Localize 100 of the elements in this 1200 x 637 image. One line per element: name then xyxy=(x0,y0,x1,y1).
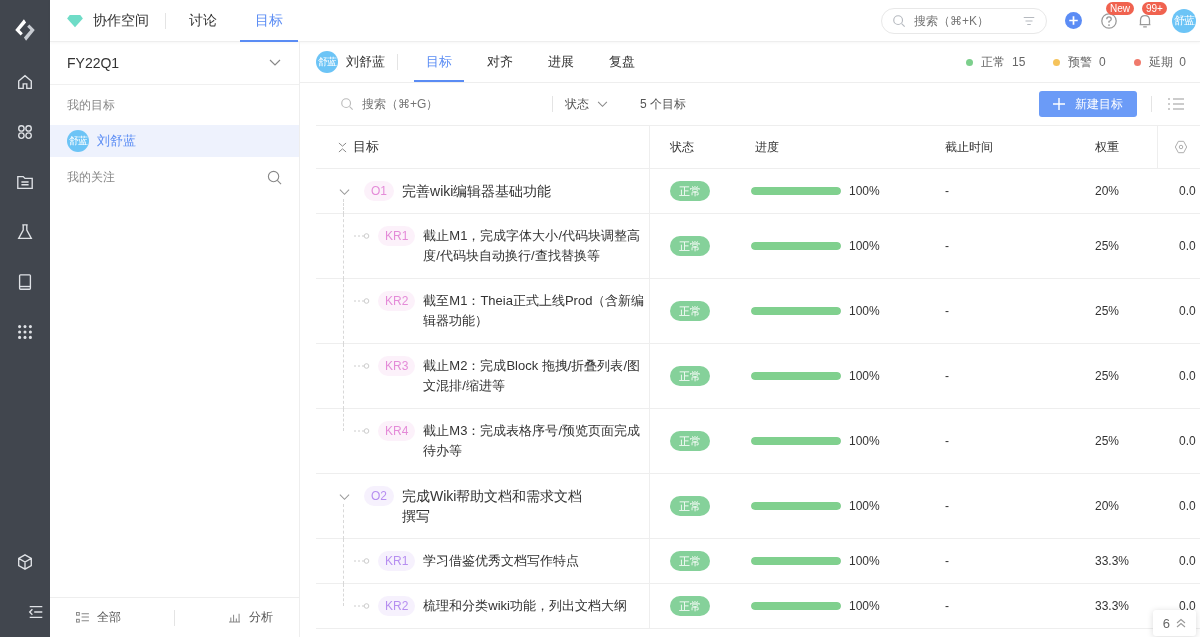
column-header: 截止时间 xyxy=(945,138,993,156)
objective-code: O1 xyxy=(364,181,394,201)
section-label: 我的目标 xyxy=(66,96,116,114)
member-name: 刘舒蓝 xyxy=(97,132,136,150)
status-tag: 正常 xyxy=(670,301,710,321)
diamond-icon xyxy=(66,13,84,28)
home-icon[interactable] xyxy=(16,73,34,91)
key-result-code: KR3 xyxy=(378,356,416,376)
status-tag: 正常 xyxy=(670,551,710,571)
key-result-title[interactable]: 截止M3：完成表格序号/预览页面完成待办等 xyxy=(423,421,646,461)
status-count: 预警 0 xyxy=(1068,53,1106,71)
deadline-cell: - xyxy=(945,369,949,383)
weight-cell: 33.3% xyxy=(1095,599,1130,613)
objective-title[interactable]: 完成Wiki帮助文档和需求文档撰写 xyxy=(402,486,584,526)
new-badge: New xyxy=(1106,1,1134,15)
search-icon[interactable] xyxy=(267,169,282,185)
weight-cell: 20% xyxy=(1095,184,1120,198)
table-cell: 0.0 xyxy=(1179,499,1196,513)
table-cell: 0.0 xyxy=(1179,304,1196,318)
settings-icon[interactable] xyxy=(1174,140,1188,154)
list-icon xyxy=(76,612,90,623)
plus-icon xyxy=(1053,98,1065,110)
weight-cell: 25% xyxy=(1095,434,1120,448)
objective-title[interactable]: 完善wiki编辑器基础功能 xyxy=(402,181,552,201)
progress-value: 100% xyxy=(849,434,880,448)
book-icon[interactable] xyxy=(16,273,34,291)
status-tag: 正常 xyxy=(670,431,710,451)
tree-connector xyxy=(354,233,370,239)
key-result-code: KR1 xyxy=(378,226,416,246)
table-cell: 0.0 xyxy=(1179,434,1196,448)
progress-value: 100% xyxy=(849,554,880,568)
tree-connector xyxy=(354,603,370,609)
key-result-title[interactable]: 截止M1，完成字体大小/代码块调整高度/代码块自动换行/查找替换等 xyxy=(423,226,646,266)
chevron-down-icon[interactable] xyxy=(339,186,350,197)
footer-button[interactable]: 分析 xyxy=(227,609,273,626)
key-result-code: KR2 xyxy=(378,596,416,616)
weight-cell: 25% xyxy=(1095,369,1120,383)
chevron-down-icon[interactable] xyxy=(339,491,350,502)
status-count: 正常 15 xyxy=(981,53,1026,71)
search-icon xyxy=(892,13,906,28)
chevron-down-icon xyxy=(269,59,281,67)
key-result-title[interactable]: 截至M1：Theia正式上线Prod（含新编辑器功能） xyxy=(423,291,646,331)
progress-value: 100% xyxy=(849,184,880,198)
key-result-code: KR1 xyxy=(378,551,416,571)
search-field[interactable]: 搜索（⌘+G） xyxy=(360,96,540,112)
key-result-code: KR2 xyxy=(378,291,416,311)
deadline-cell: - xyxy=(945,434,949,448)
status-tag: 正常 xyxy=(670,236,710,256)
tree-connector xyxy=(354,298,370,304)
add-icon[interactable] xyxy=(1065,12,1082,29)
key-result-title[interactable]: 截止M2：完成Block 拖拽/折叠列表/图文混排/缩进等 xyxy=(423,356,646,396)
footer-button[interactable]: 全部 xyxy=(76,609,122,626)
deadline-cell: - xyxy=(945,554,949,568)
progress-value: 100% xyxy=(849,599,880,613)
deadline-cell: - xyxy=(945,239,949,253)
cube-icon[interactable] xyxy=(16,553,34,571)
period-selector[interactable]: FY22Q1 xyxy=(50,42,299,85)
weight-cell: 25% xyxy=(1095,239,1120,253)
collapse-all-icon[interactable] xyxy=(338,141,347,153)
status-tag: 正常 xyxy=(670,596,710,616)
view-tab[interactable]: 进展 xyxy=(536,42,586,82)
table-cell: 0.0 xyxy=(1179,184,1196,198)
weight-cell: 25% xyxy=(1095,304,1120,318)
search-input[interactable]: 搜索（⌘+K） xyxy=(912,12,1016,29)
column-header: 权重 xyxy=(1095,138,1119,156)
weight-cell: 33.3% xyxy=(1095,554,1130,568)
tree-connector xyxy=(354,428,370,434)
weight-cell: 20% xyxy=(1095,499,1120,513)
scroll-top-button[interactable]: 6 xyxy=(1152,610,1196,636)
section-label: 我的关注 xyxy=(67,168,115,186)
view-tab[interactable]: 复盘 xyxy=(597,42,647,82)
folder-icon[interactable] xyxy=(16,173,34,191)
status-tag: 正常 xyxy=(670,366,710,386)
progress-value: 100% xyxy=(849,369,880,383)
progress-value: 100% xyxy=(849,499,880,513)
status-filter[interactable]: 状态 xyxy=(565,95,608,113)
user-avatar: 舒蓝 xyxy=(316,51,338,73)
notification-badge: 99+ xyxy=(1142,1,1167,15)
column-header: 目标 xyxy=(353,138,379,156)
status-tag: 正常 xyxy=(670,496,710,516)
nav-tab[interactable]: 讨论 xyxy=(174,0,232,42)
deadline-cell: - xyxy=(945,304,949,318)
help-icon[interactable] xyxy=(1100,11,1118,30)
table-cell: 0.0 xyxy=(1179,554,1196,568)
flask-icon[interactable] xyxy=(16,223,34,241)
grid-icon[interactable] xyxy=(16,323,34,341)
key-result-title[interactable]: 梳理和分类wiki功能，列出文档大纲 xyxy=(423,596,627,616)
objective-code: O2 xyxy=(364,486,394,506)
view-tab[interactable]: 对齐 xyxy=(475,42,525,82)
goal-count: 5 个目标 xyxy=(640,95,686,113)
deadline-cell: - xyxy=(945,599,949,613)
workspace-name: 协作空间 xyxy=(93,11,149,30)
user-name: 刘舒蓝 xyxy=(346,53,385,71)
key-result-code: KR4 xyxy=(378,421,416,441)
status-tag: 正常 xyxy=(670,181,710,201)
double-chevron-up-icon xyxy=(1176,618,1186,628)
tree-connector xyxy=(354,558,370,564)
apps-icon[interactable] xyxy=(16,123,34,141)
key-result-title[interactable]: 学习借鉴优秀文档写作特点 xyxy=(423,551,580,571)
member-avatar: 舒蓝 xyxy=(67,130,89,152)
